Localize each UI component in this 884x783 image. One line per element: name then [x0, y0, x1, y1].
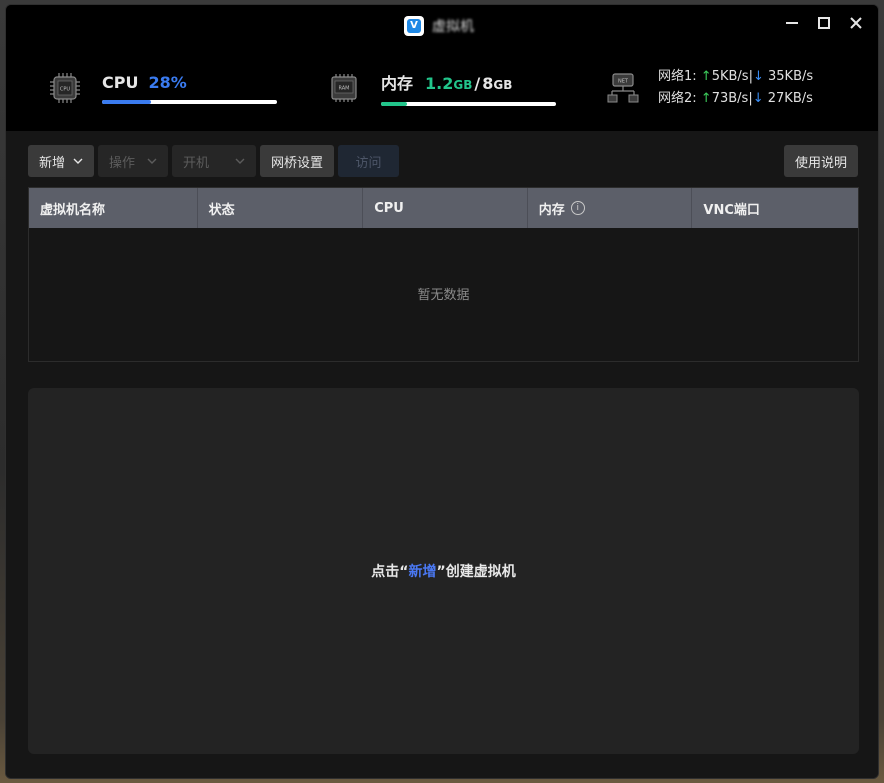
maximize-button[interactable] — [816, 15, 832, 31]
close-button[interactable] — [848, 15, 864, 31]
cpu-chip-icon: CPU — [50, 73, 80, 103]
cpu-progress-fill — [102, 99, 151, 104]
power-label: 开机 — [183, 155, 210, 171]
network-2-readout: 网络2: ↑73B/s|↓ 27KB/s — [658, 88, 813, 110]
empty-state-panel: 点击“新增”创建虚拟机 — [28, 388, 859, 754]
network-1-down: 35KB/s — [768, 69, 814, 84]
app-title: V 虚拟机 — [404, 16, 474, 36]
toolbar: 新增 操作 开机 网桥设置 访问 — [28, 145, 400, 177]
hint-close-quote: ” — [436, 564, 446, 580]
network-icon-text: NET — [618, 79, 629, 85]
network-2-down: 27KB/s — [767, 91, 813, 106]
visit-button[interactable]: 访问 — [338, 145, 400, 177]
ram-progress-bar — [381, 102, 556, 106]
minimize-icon — [786, 22, 798, 24]
ram-chip-icon: RAM — [331, 74, 357, 102]
maximize-icon — [818, 17, 830, 29]
ram-stat-body: 内存 1.2 GB / 8 GB — [381, 70, 556, 106]
chevron-down-icon — [147, 158, 157, 164]
window-title: 虚拟机 — [432, 19, 474, 35]
network-icon: NET — [607, 73, 639, 103]
title-bar[interactable]: V 虚拟机 — [6, 5, 878, 45]
cpu-chip-text: CPU — [60, 87, 71, 93]
app-window: V 虚拟机 CPU CPU 28% RAM 内存 1.2 GB / 8 GB N… — [5, 4, 879, 779]
ram-used-unit: GB — [453, 78, 473, 92]
operate-label: 操作 — [109, 155, 136, 171]
window-controls — [784, 15, 864, 31]
ram-total: 8 — [482, 74, 494, 93]
cpu-progress-bar — [102, 99, 277, 104]
add-label: 新增 — [39, 155, 66, 171]
close-icon — [850, 17, 862, 29]
column-header-vnc-port[interactable]: VNC端口 — [692, 188, 858, 228]
empty-state-hint: 点击“新增”创建虚拟机 — [28, 561, 859, 581]
download-arrow-icon: ↓ — [752, 91, 764, 106]
network-1-readout: 网络1: ↑5KB/s|↓ 35KB/s — [658, 66, 813, 88]
ram-label: 内存 — [381, 74, 414, 93]
operate-dropdown-button[interactable]: 操作 — [98, 145, 169, 177]
cpu-label: CPU — [102, 72, 139, 92]
hint-suffix: 创建虚拟机 — [445, 564, 516, 580]
info-icon[interactable]: i — [570, 201, 585, 215]
ram-stat: RAM 内存 1.2 GB / 8 GB — [327, 45, 556, 131]
chevron-down-icon — [73, 158, 83, 164]
empty-table-message: 暂无数据 — [417, 288, 470, 303]
chevron-down-icon — [235, 158, 245, 164]
power-on-dropdown-button[interactable]: 开机 — [172, 145, 257, 177]
ram-chip-text: RAM — [338, 86, 349, 92]
download-arrow-icon: ↓ — [752, 69, 764, 84]
app-logo-icon: V — [404, 16, 424, 36]
add-dropdown-button[interactable]: 新增 — [28, 145, 95, 177]
ram-progress-fill — [381, 102, 408, 106]
network-readouts: 网络1: ↑5KB/s|↓ 35KB/s 网络2: ↑73B/s|↓ 27KB/… — [658, 66, 813, 110]
column-header-memory-label: 内存 — [538, 202, 565, 218]
vm-table: 虚拟机名称 状态 CPU 内存 i VNC端口 暂无数据 — [28, 187, 859, 362]
main-content: 新增 操作 开机 网桥设置 访问 使用说明 虚拟机名称 状态 CPU 内存 i … — [6, 131, 878, 778]
upload-arrow-icon: ↑ — [700, 91, 712, 106]
resource-stats: CPU CPU 28% RAM 内存 1.2 GB / 8 GB NET 网络1… — [6, 45, 878, 131]
network-2-up: 73B/s — [711, 91, 749, 106]
ram-separator: / — [474, 74, 481, 93]
bridge-settings-button[interactable]: 网桥设置 — [260, 145, 335, 177]
minimize-button[interactable] — [784, 15, 800, 31]
cpu-stat: CPU CPU 28% — [48, 45, 277, 131]
network-2-label: 网络2: — [658, 91, 697, 106]
network-1-label: 网络1: — [658, 69, 697, 84]
column-header-status[interactable]: 状态 — [198, 188, 364, 228]
ram-used: 1.2 — [425, 74, 454, 93]
column-header-name[interactable]: 虚拟机名称 — [29, 188, 198, 228]
network-1-up: 5KB/s — [711, 69, 749, 84]
ram-total-unit: GB — [493, 78, 513, 92]
hint-add-link[interactable]: 新增 — [409, 564, 437, 580]
cpu-value: 28% — [148, 72, 187, 92]
network-stat: NET 网络1: ↑5KB/s|↓ 35KB/s 网络2: ↑73B/s|↓ 2… — [606, 45, 813, 131]
cpu-stat-body: CPU 28% — [102, 73, 277, 104]
hint-prefix: 点击 — [371, 564, 400, 580]
column-header-cpu[interactable]: CPU — [363, 188, 528, 228]
hint-open-quote: “ — [399, 564, 409, 580]
column-header-memory[interactable]: 内存 i — [528, 188, 693, 228]
help-button[interactable]: 使用说明 — [783, 145, 858, 177]
table-header: 虚拟机名称 状态 CPU 内存 i VNC端口 — [29, 188, 858, 228]
upload-arrow-icon: ↑ — [700, 69, 712, 84]
